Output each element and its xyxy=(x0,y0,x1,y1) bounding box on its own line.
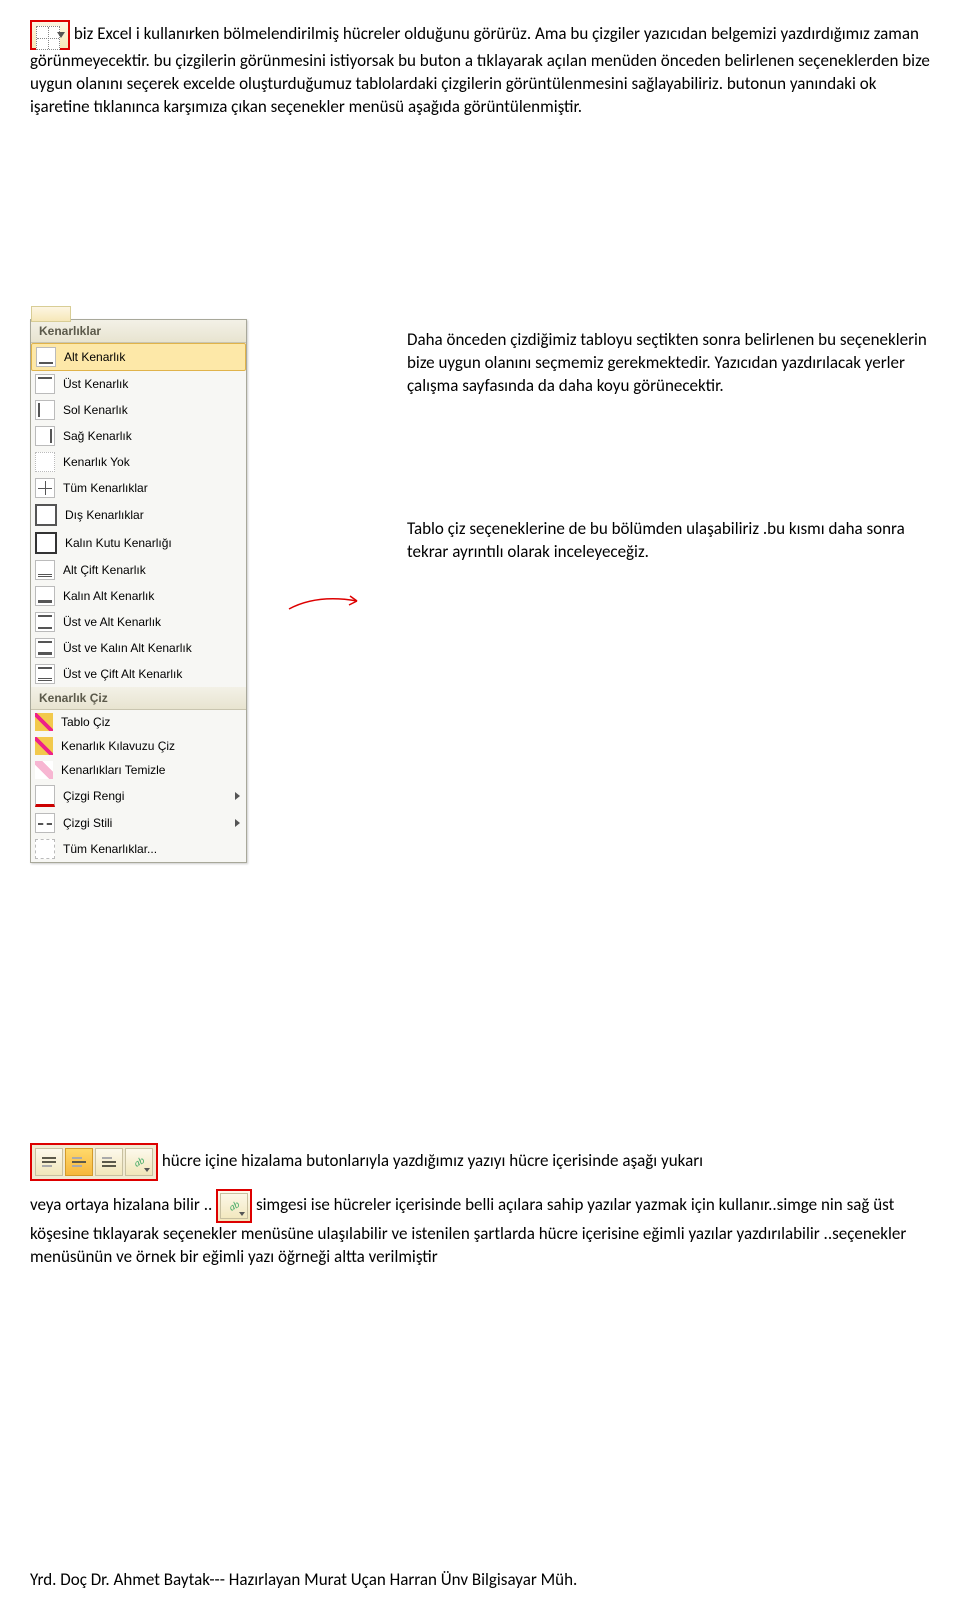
menu-label: Kalın Alt Kenarlık xyxy=(63,589,154,603)
all-borders-icon xyxy=(35,478,55,498)
menu-label: Kenarlıkları Temizle xyxy=(61,763,165,777)
menu-label: Sol Kenarlık xyxy=(63,403,128,417)
bottom-border-icon xyxy=(36,347,56,367)
menu-item-top-border[interactable]: Üst Kenarlık xyxy=(31,371,246,397)
menu-item-thick-box-border[interactable]: Kalın Kutu Kenarlığı xyxy=(31,529,246,557)
dropdown-button-top xyxy=(31,306,71,322)
menu-label: Kenarlık Kılavuzu Çiz xyxy=(61,739,175,753)
menu-item-left-border[interactable]: Sol Kenarlık xyxy=(31,397,246,423)
vertical-align-toolbar: ab xyxy=(30,1143,158,1181)
menu-label: Alt Kenarlık xyxy=(64,350,125,364)
align-text-1: hücre içine hizalama butonlarıyla yazdığ… xyxy=(162,1150,703,1171)
bottom-double-border-icon xyxy=(35,560,55,580)
alignment-section: ab hücre içine hizalama butonlarıyla yaz… xyxy=(30,1143,930,1269)
menu-item-line-style[interactable]: Çizgi Stili xyxy=(31,810,246,836)
menu-label: Tablo Çiz xyxy=(61,715,110,729)
menu-item-thick-bottom-border[interactable]: Kalın Alt Kenarlık xyxy=(31,583,246,609)
side-text-1: Daha önceden çizdiğimiz tabloyu seçtikte… xyxy=(407,329,930,398)
menu-label: Üst Kenarlık xyxy=(63,377,128,391)
menu-label: Üst ve Alt Kenarlık xyxy=(63,615,161,629)
align-top-icon xyxy=(42,1157,56,1167)
thick-box-border-icon xyxy=(35,532,57,554)
menu-section-borders: Kenarlıklar xyxy=(31,320,246,343)
top-thick-bottom-border-icon xyxy=(35,638,55,658)
side-explanations: Daha önceden çizdiğimiz tabloyu seçtikte… xyxy=(407,319,930,572)
menu-label: Alt Çift Kenarlık xyxy=(63,563,146,577)
align-bottom-button[interactable] xyxy=(95,1148,123,1176)
line-color-icon xyxy=(35,785,55,807)
submenu-arrow-icon xyxy=(235,792,240,800)
align-top-button[interactable] xyxy=(35,1148,63,1176)
menu-item-right-border[interactable]: Sağ Kenarlık xyxy=(31,423,246,449)
top-bottom-border-icon xyxy=(35,612,55,632)
submenu-arrow-icon xyxy=(235,819,240,827)
align-paragraph-line1: ab hücre içine hizalama butonlarıyla yaz… xyxy=(30,1143,930,1181)
menu-label: Sağ Kenarlık xyxy=(63,429,132,443)
menu-label: Tüm Kenarlıklar xyxy=(63,481,148,495)
menu-label: Tüm Kenarlıklar... xyxy=(63,842,157,856)
menu-item-bottom-border[interactable]: Alt Kenarlık xyxy=(31,343,246,371)
side-text-2: Tablo çiz seçeneklerine de bu bölümden u… xyxy=(407,518,930,564)
orientation-button[interactable]: ab xyxy=(125,1148,153,1176)
borders-button-icon xyxy=(30,20,70,50)
menu-item-outside-borders[interactable]: Dış Kenarlıklar xyxy=(31,501,246,529)
menu-item-draw-border-grid[interactable]: Kenarlık Kılavuzu Çiz xyxy=(31,734,246,758)
top-border-icon xyxy=(35,374,55,394)
orientation-icon-inline: ab xyxy=(216,1189,252,1223)
align-middle-icon xyxy=(72,1157,86,1167)
no-border-icon xyxy=(35,452,55,472)
line-style-icon xyxy=(35,813,55,833)
menu-item-top-double-bottom-border[interactable]: Üst ve Çift Alt Kenarlık xyxy=(31,661,246,687)
menu-label: Çizgi Stili xyxy=(63,816,112,830)
red-annotation-arrow-icon xyxy=(287,589,367,619)
pencil-icon xyxy=(35,713,53,731)
top-double-bottom-border-icon xyxy=(35,664,55,684)
left-border-icon xyxy=(35,400,55,420)
menu-item-top-bottom-border[interactable]: Üst ve Alt Kenarlık xyxy=(31,609,246,635)
pencil-grid-icon xyxy=(35,737,53,755)
intro-text: biz Excel i kullanırken bölmelendirilmiş… xyxy=(30,23,930,117)
menu-section-draw-border: Kenarlık Çiz xyxy=(31,687,246,710)
align-text-2a: veya ortaya hizalana bilir .. xyxy=(30,1194,212,1215)
align-middle-button[interactable] xyxy=(65,1148,93,1176)
menu-label: Dış Kenarlıklar xyxy=(65,508,144,522)
menu-item-line-color[interactable]: Çizgi Rengi xyxy=(31,782,246,810)
intro-paragraph: biz Excel i kullanırken bölmelendirilmiş… xyxy=(30,20,930,119)
menu-item-no-border[interactable]: Kenarlık Yok xyxy=(31,449,246,475)
menu-item-all-borders[interactable]: Tüm Kenarlıklar xyxy=(31,475,246,501)
borders-menu-figure: Kenarlıklar Alt Kenarlık Üst Kenarlık So… xyxy=(30,319,930,863)
footer-credits: Yrd. Doç Dr. Ahmet Baytak--- Hazırlayan … xyxy=(30,1569,930,1592)
menu-item-erase-border[interactable]: Kenarlıkları Temizle xyxy=(31,758,246,782)
menu-item-more-borders[interactable]: Tüm Kenarlıklar... xyxy=(31,836,246,862)
menu-item-bottom-double-border[interactable]: Alt Çift Kenarlık xyxy=(31,557,246,583)
menu-label: Üst ve Kalın Alt Kenarlık xyxy=(63,641,192,655)
borders-dropdown-menu: Kenarlıklar Alt Kenarlık Üst Kenarlık So… xyxy=(30,319,247,863)
thick-bottom-border-icon xyxy=(35,586,55,606)
menu-item-draw-table[interactable]: Tablo Çiz xyxy=(31,710,246,734)
menu-label: Kenarlık Yok xyxy=(63,455,130,469)
outside-borders-icon xyxy=(35,504,57,526)
menu-label: Üst ve Çift Alt Kenarlık xyxy=(63,667,182,681)
eraser-icon xyxy=(35,761,53,779)
menu-label: Kalın Kutu Kenarlığı xyxy=(65,536,172,550)
menu-label: Çizgi Rengi xyxy=(63,789,124,803)
align-bottom-icon xyxy=(102,1157,116,1167)
more-borders-icon xyxy=(35,839,55,859)
menu-item-top-thick-bottom-border[interactable]: Üst ve Kalın Alt Kenarlık xyxy=(31,635,246,661)
align-paragraph-line2: veya ortaya hizalana bilir .. ab simgesi… xyxy=(30,1189,930,1269)
right-border-icon xyxy=(35,426,55,446)
